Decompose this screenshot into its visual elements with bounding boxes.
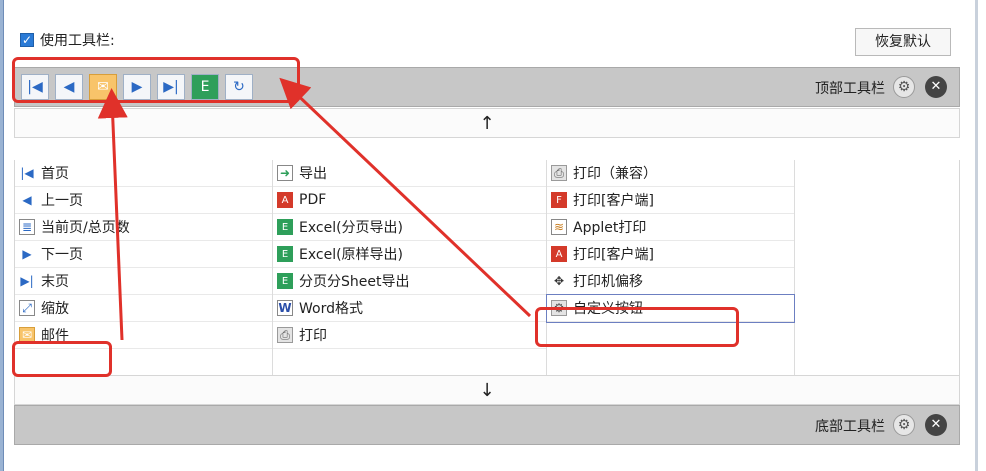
arrow-mail-to-toolbar [97,88,128,341]
annotation-arrows [97,77,532,341]
arrow-custom-to-toolbar [279,77,532,318]
